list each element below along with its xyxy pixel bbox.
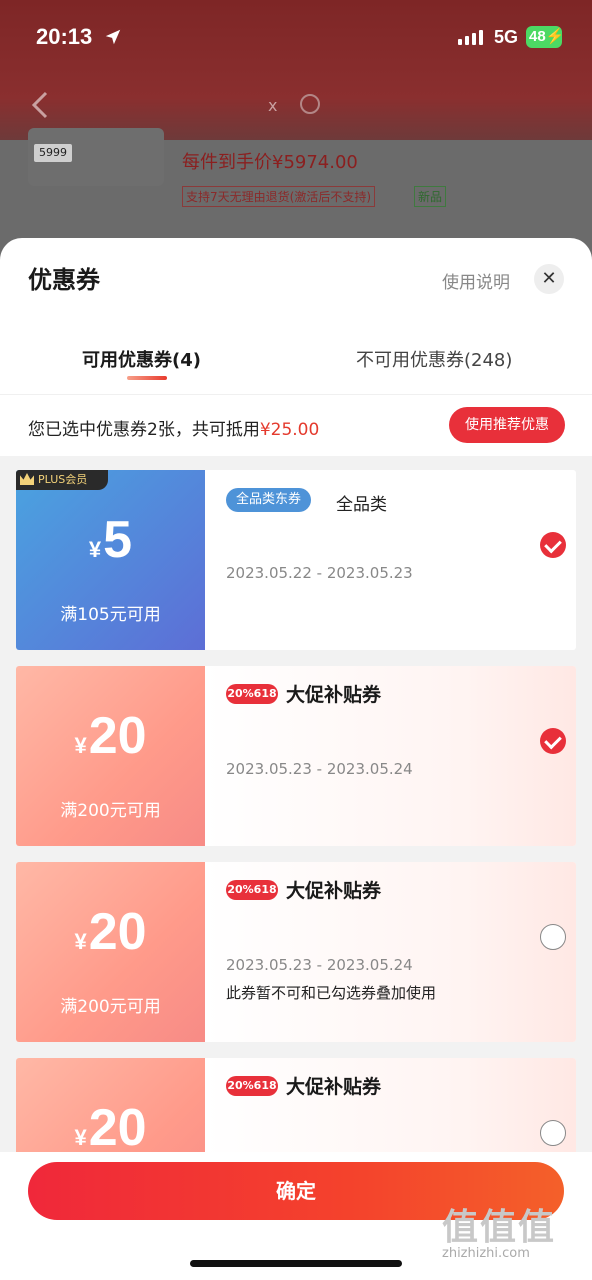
currency-symbol: ¥ xyxy=(74,1125,87,1150)
coupon-list: PLUS会员 ¥5 满105元可用 全品类东券 全品类 2023.05.22 -… xyxy=(0,456,592,1238)
footer-bar: 确定 值值值 zhizhizhi.com xyxy=(0,1152,592,1280)
promo-618-badge: 20%618 xyxy=(226,1076,278,1096)
coupon-sheet: 优惠券 使用说明 ✕ 可用优惠券(4) 不可用优惠券(248) 您已选中优惠券2… xyxy=(0,238,592,1280)
selection-summary: 您已选中优惠券2张，共可抵用¥25.00 xyxy=(28,415,319,440)
currency-symbol: ¥ xyxy=(74,929,87,954)
checkbox-unchecked-icon[interactable] xyxy=(540,924,566,950)
watermark-url: zhizhizhi.com xyxy=(442,1246,530,1261)
checkbox-checked-icon[interactable] xyxy=(540,728,566,754)
battery-icon: 48⚡ xyxy=(526,26,564,48)
active-tab-indicator xyxy=(127,376,167,380)
checkbox-unchecked-icon[interactable] xyxy=(540,1120,566,1146)
battery-level: 48 xyxy=(529,28,546,45)
coupon-amount: ¥20 xyxy=(16,902,205,962)
coupon-card[interactable]: ¥20 满200元可用 20%618 大促补贴券 2023.05.23 - 20… xyxy=(16,862,576,1042)
plus-member-tag: PLUS会员 xyxy=(16,470,108,490)
selection-summary-bar: 您已选中优惠券2张，共可抵用¥25.00 使用推荐优惠 xyxy=(0,394,592,456)
currency-symbol: ¥ xyxy=(74,733,87,758)
status-bar: 20:13 5G 48⚡ xyxy=(0,0,592,76)
checkbox-checked-icon[interactable] xyxy=(540,532,566,558)
coupon-stack-note: 此券暂不可和已勾选券叠加使用 xyxy=(226,984,437,1002)
coupon-amount: ¥20 xyxy=(16,706,205,766)
coupon-value-panel: PLUS会员 ¥5 满105元可用 xyxy=(16,470,205,650)
coupon-value-panel: ¥20 满200元可用 xyxy=(16,666,205,846)
coupon-category: 大促补贴券 xyxy=(286,684,382,706)
coupon-amount-value: 20 xyxy=(88,903,147,961)
tab-available[interactable]: 可用优惠券(4) xyxy=(82,346,201,372)
promo-618-badge: 20%618 xyxy=(226,880,278,900)
home-indicator xyxy=(190,1260,402,1267)
coupon-category: 大促补贴券 xyxy=(286,880,382,902)
location-arrow-icon xyxy=(105,29,121,45)
coupon-validity: 2023.05.23 - 2023.05.24 xyxy=(226,956,413,974)
ticket-notch-edge xyxy=(16,666,21,846)
coupon-condition: 满105元可用 xyxy=(60,605,161,625)
watermark-logo: 值值值 zhizhizhi.com xyxy=(442,1198,582,1261)
product-price-tag: 5999 xyxy=(34,144,72,162)
coupon-card[interactable]: PLUS会员 ¥5 满105元可用 全品类东券 全品类 2023.05.22 -… xyxy=(16,470,576,650)
currency-symbol: ¥ xyxy=(88,537,102,562)
location-pin-icon xyxy=(300,94,320,114)
coupon-amount-value: 20 xyxy=(88,707,147,765)
new-product-badge: 新品 xyxy=(414,186,447,207)
close-button[interactable]: ✕ xyxy=(534,264,564,294)
coupon-amount-value: 20 xyxy=(88,1099,147,1157)
coupon-condition: 满200元可用 xyxy=(60,801,161,821)
promo-618-badge: 20%618 xyxy=(226,684,278,704)
coupon-condition: 满200元可用 xyxy=(60,997,161,1017)
coupon-amount: ¥20 xyxy=(16,1098,205,1158)
plus-member-label: PLUS会员 xyxy=(38,473,88,486)
selection-amount: ¥25.00 xyxy=(259,420,320,440)
coupon-amount: ¥5 xyxy=(16,510,205,570)
use-recommended-button[interactable]: 使用推荐优惠 xyxy=(449,407,565,443)
network-type: 5G xyxy=(494,27,519,47)
tab-unavailable[interactable]: 不可用优惠券(248) xyxy=(356,346,512,372)
status-time: 20:13 xyxy=(36,24,93,49)
coupon-value-panel: ¥20 满200元可用 xyxy=(16,862,205,1042)
close-x-icon: x xyxy=(268,96,278,115)
coupon-type-badge: 全品类东券 xyxy=(226,488,312,512)
product-final-price: 每件到手价¥5974.00 xyxy=(182,152,358,173)
return-policy-badge: 支持7天无理由退货(激活后不支持) xyxy=(182,186,375,207)
usage-help-link[interactable]: 使用说明 xyxy=(442,268,510,293)
coupon-validity: 2023.05.22 - 2023.05.23 xyxy=(226,564,413,582)
watermark-text: 值值值 xyxy=(442,1207,557,1248)
crown-icon xyxy=(20,473,34,485)
back-chevron-icon[interactable] xyxy=(30,90,50,120)
coupon-validity: 2023.05.23 - 2023.05.24 xyxy=(226,760,413,778)
ticket-notch-edge xyxy=(16,862,21,1042)
coupon-category: 全品类 xyxy=(336,495,387,515)
coupon-category: 大促补贴券 xyxy=(286,1076,382,1098)
sheet-title: 优惠券 xyxy=(28,266,100,294)
ticket-notch-edge xyxy=(16,470,21,650)
selection-summary-text: 您已选中优惠券2张，共可抵用 xyxy=(28,420,260,440)
coupon-card[interactable]: ¥20 满200元可用 20%618 大促补贴券 2023.05.23 - 20… xyxy=(16,666,576,846)
signal-icon xyxy=(458,30,483,45)
coupon-amount-value: 5 xyxy=(103,511,133,569)
